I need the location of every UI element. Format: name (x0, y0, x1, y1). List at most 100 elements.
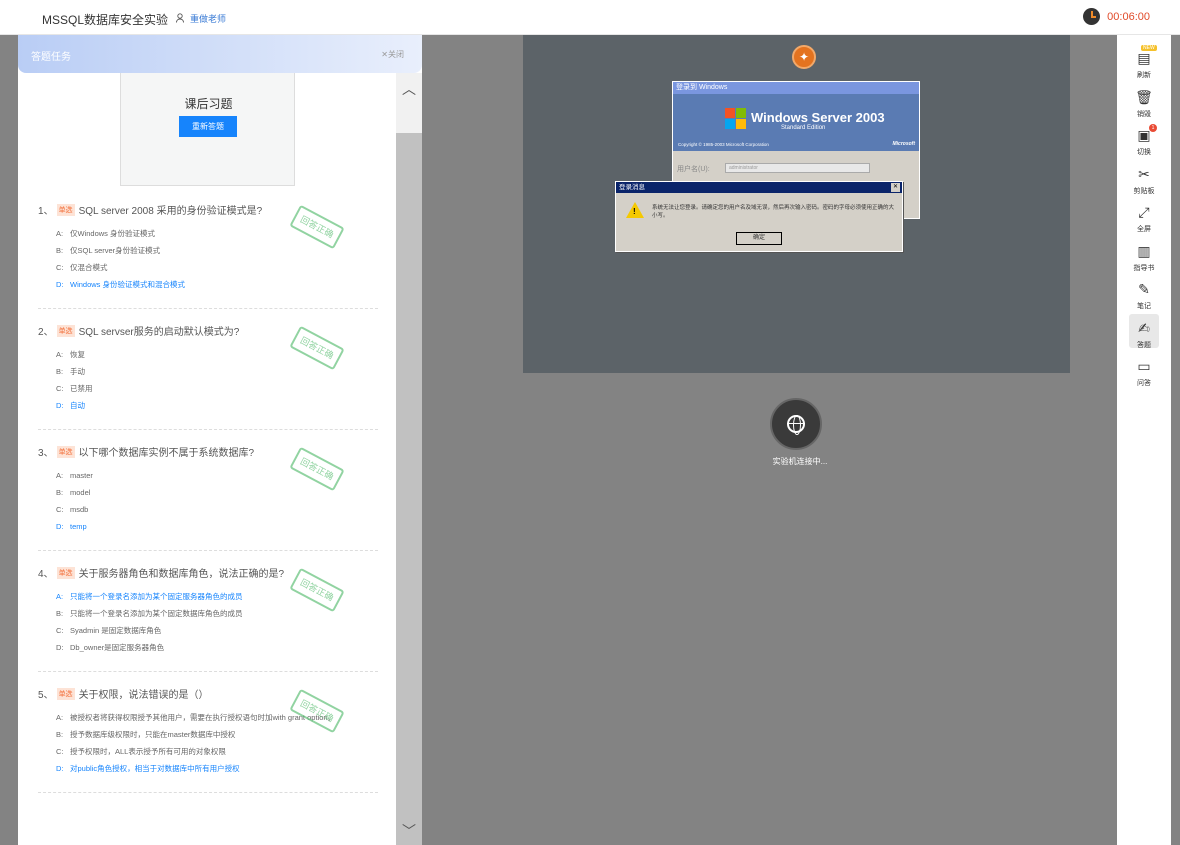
teacher-link[interactable]: 重做老师 (176, 12, 226, 25)
question-title: 2、 单选 SQL servser服务的启动默认模式为? (38, 323, 378, 338)
option-d[interactable]: D: 自动 (38, 397, 378, 414)
question-number: 5、 (38, 690, 54, 701)
toolbar-answer[interactable]: ✍ 答题 (1117, 313, 1171, 351)
connecting-label: 实验机连接中... (772, 457, 828, 466)
question-type-tag: 单选 (56, 566, 75, 579)
question-1: 1、 单选 SQL server 2008 采用的身份验证模式是? A: 仅Window… (38, 202, 378, 309)
toolbar-fullscreen[interactable]: ⤢ 全屏 (1117, 197, 1171, 235)
option-letter: A: (56, 713, 64, 722)
globe-icon (787, 415, 805, 435)
exercise-title: 课后习题 (184, 97, 233, 111)
vm-screen[interactable]: ✦ 登录到 Windows Windows Server 2003 Standa… (523, 35, 1070, 373)
redo-button[interactable]: 重新答题 (179, 116, 237, 137)
option-text: 被授权者将获得权限授予其他用户，需要在执行授权语句时加with grant op… (70, 713, 336, 722)
option-c[interactable]: C: msdb (38, 501, 378, 518)
wrench-icon[interactable]: ✦ (792, 45, 816, 69)
option-letter: C: (56, 263, 64, 272)
chat-icon: ▭ (1137, 358, 1151, 374)
option-letter: D: (56, 643, 64, 652)
right-toolbar: ▤ 刷新 NEW 🗑 销毁 ▣ 切换 1 ✂ 剪贴板 ⤢ 全屏 ▥ 指导书 ✎ 笔记 ✍ 答题 ▭ 问答 (1117, 35, 1171, 845)
option-letter: D: (56, 764, 64, 773)
option-letter: A: (56, 350, 64, 359)
question-text: SQL servser服务的启动默认模式为? (78, 327, 240, 338)
question-title: 3、 单选 以下哪个数据库实例不属于系统数据库? (38, 444, 378, 459)
option-text: 自动 (70, 401, 85, 410)
windows-brand: Windows Server 2003 (751, 110, 885, 125)
toolbar-scissors[interactable]: ✂ 剪贴板 (1117, 159, 1171, 197)
login-dialog-title: 登录到 Windows (673, 82, 919, 94)
windows-banner: Windows Server 2003 Standard Edition Cop… (673, 94, 919, 151)
option-text: Db_owner是固定服务器角色 (70, 643, 165, 652)
username-field[interactable]: administrator (725, 163, 870, 173)
scroll-down-icon[interactable]: ﹀ (402, 821, 416, 841)
question-type-tag: 单选 (56, 687, 75, 700)
panel-header: 答题任务 ✕关闭 (18, 35, 422, 73)
toolbar-label: 切换 (1137, 149, 1151, 156)
option-d[interactable]: D: Db_owner是固定服务器角色 (38, 639, 378, 656)
timer: 00:06:00 (1083, 8, 1150, 25)
option-c[interactable]: C: 仅混合模式 (38, 259, 378, 276)
option-letter: C: (56, 747, 64, 756)
option-letter: A: (56, 229, 64, 238)
question-4: 4、 单选 关于服务器角色和数据库角色，说法正确的是? A: 只能将一个登录名添加为某个… (38, 565, 378, 672)
error-dialog-title: 登录消息 ✕ (616, 182, 902, 193)
option-letter: A: (56, 592, 64, 601)
option-letter: A: (56, 471, 64, 480)
question-number: 1、 (38, 206, 54, 217)
toolbar-label: 销毁 (1137, 110, 1151, 118)
option-d[interactable]: D: Windows 身份验证模式和混合模式 (38, 276, 378, 293)
option-text: 仅SQL server身份验证模式 (70, 246, 161, 255)
toolbar-label: 全屏 (1137, 226, 1151, 233)
toolbar-book[interactable]: ▥ 指导书 (1117, 236, 1171, 274)
question-text: 关于权限，说法错误的是（） (78, 690, 209, 701)
option-letter: B: (56, 367, 64, 376)
scroll-up-icon[interactable]: ︿ (402, 79, 416, 99)
option-text: 已禁用 (70, 384, 93, 393)
connecting-icon (770, 398, 822, 450)
question-divider (38, 792, 378, 793)
question-title: 5、 单选 关于权限，说法错误的是（） (38, 686, 378, 701)
option-letter: D: (56, 401, 64, 410)
option-d[interactable]: D: 对public角色授权，相当于对数据库中所有用户授权 (38, 760, 378, 777)
toolbar-pen[interactable]: ✎ 笔记 (1117, 274, 1171, 312)
option-text: 手动 (70, 367, 85, 376)
warning-mark: ! (633, 207, 636, 216)
option-letter: B: (56, 730, 64, 739)
username-label: 用户名(U): (677, 166, 710, 173)
teacher-label: 重做老师 (190, 14, 227, 24)
ok-button[interactable]: 确定 (736, 232, 782, 245)
question-text: 以下哪个数据库实例不属于系统数据库? (78, 448, 255, 459)
toolbar-refresh[interactable]: ▤ 刷新 NEW (1117, 43, 1171, 81)
option-c[interactable]: C: 已禁用 (38, 380, 378, 397)
option-c[interactable]: C: 授予权限时，ALL表示授予所有可用的对象权限 (38, 743, 378, 760)
option-text: 仅Windows 身份验证模式 (70, 229, 156, 238)
question-2: 2、 单选 SQL servser服务的启动默认模式为? A: 恢复 B: 手动 C: 已禁用 D… (38, 323, 378, 430)
trash-icon: 🗑 (1135, 88, 1153, 105)
option-text: 授予权限时，ALL表示授予所有可用的对象权限 (70, 747, 226, 756)
close-icon[interactable]: ✕ (891, 183, 900, 192)
answer-panel: 答题任务 ✕关闭 课后习题 重新答题 1、 单选 SQL server 2008 采… (18, 35, 422, 845)
option-letter: B: (56, 488, 64, 497)
option-d[interactable]: D: temp (38, 518, 378, 535)
book-icon: ▥ (1137, 242, 1151, 259)
toolbar-label: 指导书 (1133, 264, 1155, 272)
option-text: 恢复 (70, 350, 85, 359)
scrollbar[interactable]: ︿ ﹀ (396, 73, 422, 845)
microsoft-logo: Microsoft (892, 141, 916, 147)
toolbar-label: 剪贴板 (1133, 187, 1155, 195)
question-type-tag: 单选 (56, 445, 75, 458)
toolbar-label: 问答 (1137, 380, 1151, 387)
question-text: 关于服务器角色和数据库角色，说法正确的是? (78, 569, 285, 580)
option-text: 对public角色授权，相当于对数据库中所有用户授权 (70, 764, 240, 773)
windows-edition: Standard Edition (781, 125, 826, 131)
toolbar-trash[interactable]: 🗑 销毁 (1117, 82, 1171, 120)
question-type-tag: 单选 (56, 203, 75, 216)
toolbar-switch[interactable]: ▣ 切换 1 (1117, 120, 1171, 158)
option-letter: D: (56, 522, 64, 531)
toolbar-chat[interactable]: ▭ 问答 (1117, 351, 1171, 389)
option-c[interactable]: C: Syadmin 是固定数据库角色 (38, 622, 378, 639)
close-button[interactable]: ✕关闭 (381, 49, 404, 60)
option-letter: B: (56, 246, 64, 255)
user-icon (176, 12, 186, 25)
question-divider (38, 550, 378, 551)
